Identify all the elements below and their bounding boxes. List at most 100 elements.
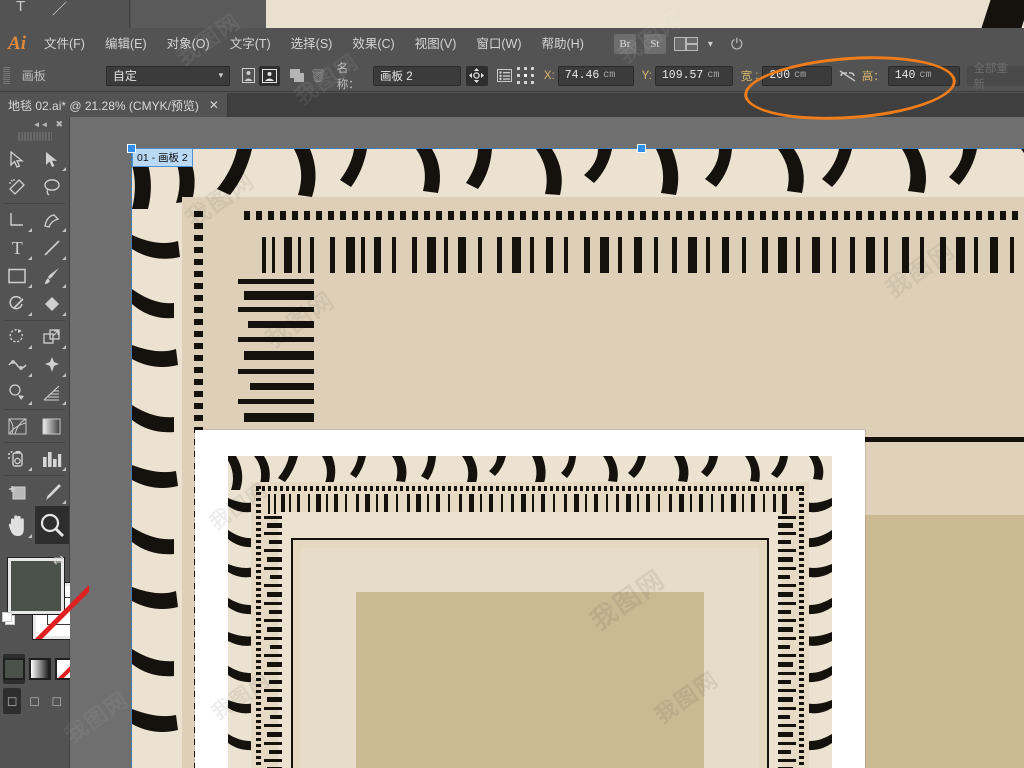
normal-screen-mode-icon[interactable]: ◻ (3, 688, 22, 714)
menu-bar: Ai 文件(F) 编辑(E) 对象(O) 文字(T) 选择(S) 效果(C) 视… (0, 28, 1024, 60)
document-tab-bar: 地毯 02.ai* @ 21.28% (CMYK/预览) ✕ (0, 93, 1024, 117)
y-input[interactable]: 109.57 cm (654, 65, 733, 86)
menu-view[interactable]: 视图(V) (405, 28, 467, 60)
menu-effect[interactable]: 效果(C) (342, 28, 404, 60)
artboard-name-input[interactable]: 画板 2 (373, 65, 461, 86)
menu-type[interactable]: 文字(T) (220, 28, 281, 60)
full-screen-icon[interactable]: ◻ (48, 688, 66, 714)
close-panel-icon[interactable]: ✖ (55, 119, 63, 130)
artboard-handle-top-center[interactable] (637, 144, 646, 153)
shaper-tool[interactable] (0, 290, 35, 318)
width-tool[interactable] (0, 351, 35, 379)
height-input[interactable]: 140 cm (887, 65, 960, 86)
curvature-tool[interactable] (35, 206, 70, 234)
gradient-tool[interactable] (35, 412, 70, 440)
rotate-tool[interactable] (0, 323, 35, 351)
swap-fill-stroke-icon[interactable]: ⇄ (53, 552, 64, 568)
close-tab-icon[interactable]: ✕ (209, 98, 219, 112)
new-artboard-button[interactable] (286, 66, 307, 86)
tool-flyout-indicator[interactable] (27, 534, 32, 538)
carpet-barcode-band-top (262, 237, 1014, 273)
workspace-switcher-icon[interactable]: ⏻ (731, 36, 743, 53)
color-swatch-icon[interactable] (3, 654, 25, 684)
lasso-tool[interactable] (35, 173, 70, 201)
tool-flyout-indicator[interactable] (27, 312, 32, 316)
tool-flyout-indicator[interactable] (62, 167, 66, 171)
artboard-preset-select[interactable]: 自定 ▾ (105, 65, 231, 86)
control-bar-grip[interactable] (3, 66, 10, 85)
type-tool[interactable]: T (0, 234, 35, 262)
tool-row (0, 412, 69, 440)
slice-tool[interactable] (35, 478, 70, 506)
bridge-button[interactable]: Br (613, 34, 636, 54)
tool-flyout-indicator[interactable] (27, 284, 32, 288)
x-input[interactable]: 74.46 cm (557, 65, 634, 86)
rectangle-tool[interactable] (0, 262, 35, 290)
chevron-down-icon[interactable]: ▾ (708, 39, 713, 50)
height-label: 高： (861, 70, 885, 83)
artboard-options-button[interactable] (493, 66, 514, 86)
artwork-preview-popup[interactable]: 我图网 我图网 我图网 我图网 (195, 430, 865, 768)
tool-flyout-indicator[interactable] (27, 401, 32, 405)
stock-button[interactable]: St (643, 34, 666, 54)
tool-flyout-indicator[interactable] (27, 467, 32, 471)
tool-flyout-indicator[interactable] (62, 500, 66, 504)
shape-builder-tool[interactable] (0, 379, 35, 407)
tool-flyout-indicator[interactable] (62, 345, 66, 349)
tools-divider (4, 409, 65, 410)
reset-all-button[interactable]: 全部重新 (967, 63, 1024, 91)
direct-selection-tool[interactable] (35, 145, 70, 173)
artboard-handle-top-left[interactable] (127, 144, 136, 153)
column-graph-tool[interactable] (35, 445, 70, 473)
tool-flyout-indicator[interactable] (27, 373, 32, 377)
tools-panel-grip[interactable] (17, 131, 52, 142)
menu-object[interactable]: 对象(O) (157, 28, 220, 60)
document-tab[interactable]: 地毯 02.ai* @ 21.28% (CMYK/预览) ✕ (0, 93, 228, 117)
default-fill-stroke-icon[interactable] (2, 612, 18, 628)
full-screen-menubar-icon[interactable]: ◻ (25, 688, 43, 714)
scale-tool[interactable] (35, 323, 70, 351)
menu-help[interactable]: 帮助(H) (532, 28, 594, 60)
move-artwork-with-artboard-button[interactable] (466, 65, 488, 86)
menu-file[interactable]: 文件(F) (34, 28, 95, 60)
tool-row (0, 206, 69, 234)
menu-window[interactable]: 窗口(W) (466, 28, 531, 60)
menu-edit[interactable]: 编辑(E) (95, 28, 157, 60)
gradient-icon[interactable] (29, 654, 51, 684)
collapse-panel-icon[interactable]: ◄◄ (33, 120, 49, 129)
magic-wand-tool[interactable] (0, 173, 35, 201)
pen-tool[interactable] (0, 206, 35, 234)
height-value: 140 (894, 69, 916, 82)
tool-flyout-indicator[interactable] (62, 228, 66, 232)
tool-flyout-indicator[interactable] (27, 256, 32, 260)
tool-flyout-indicator[interactable] (62, 312, 66, 316)
paintbrush-tool[interactable] (35, 262, 70, 290)
tool-flyout-indicator[interactable] (62, 401, 66, 405)
eraser-tool[interactable] (35, 290, 70, 318)
tool-flyout-indicator[interactable] (62, 256, 66, 260)
line-segment-tool[interactable] (35, 234, 70, 262)
tool-flyout-indicator[interactable] (27, 228, 32, 232)
landscape-orientation-button[interactable] (259, 65, 281, 86)
menu-select[interactable]: 选择(S) (281, 28, 343, 60)
width-input[interactable]: 200 cm (762, 65, 833, 86)
zoom-tool[interactable] (34, 506, 69, 544)
tools-divider (4, 203, 65, 204)
arrange-documents-icon[interactable] (673, 35, 700, 53)
tool-flyout-indicator[interactable] (62, 373, 66, 377)
artboard-tool[interactable] (0, 478, 35, 506)
tool-flyout-indicator[interactable] (62, 467, 66, 471)
delete-artboard-button[interactable]: 🗑 (307, 66, 328, 86)
tool-flyout-indicator[interactable] (62, 284, 66, 288)
tool-flyout-indicator[interactable] (27, 345, 32, 349)
hand-tool[interactable] (0, 506, 35, 544)
reference-point-icon[interactable] (515, 66, 536, 86)
perspective-grid-tool[interactable] (35, 379, 70, 407)
mesh-tool[interactable] (0, 412, 35, 440)
constrain-proportions-broken-icon[interactable] (836, 66, 857, 86)
selection-tool[interactable] (0, 145, 35, 173)
tools-divider (4, 442, 65, 443)
free-transform-tool[interactable] (35, 351, 70, 379)
eyedropper-tool[interactable] (0, 445, 35, 473)
portrait-orientation-button[interactable] (238, 66, 259, 86)
